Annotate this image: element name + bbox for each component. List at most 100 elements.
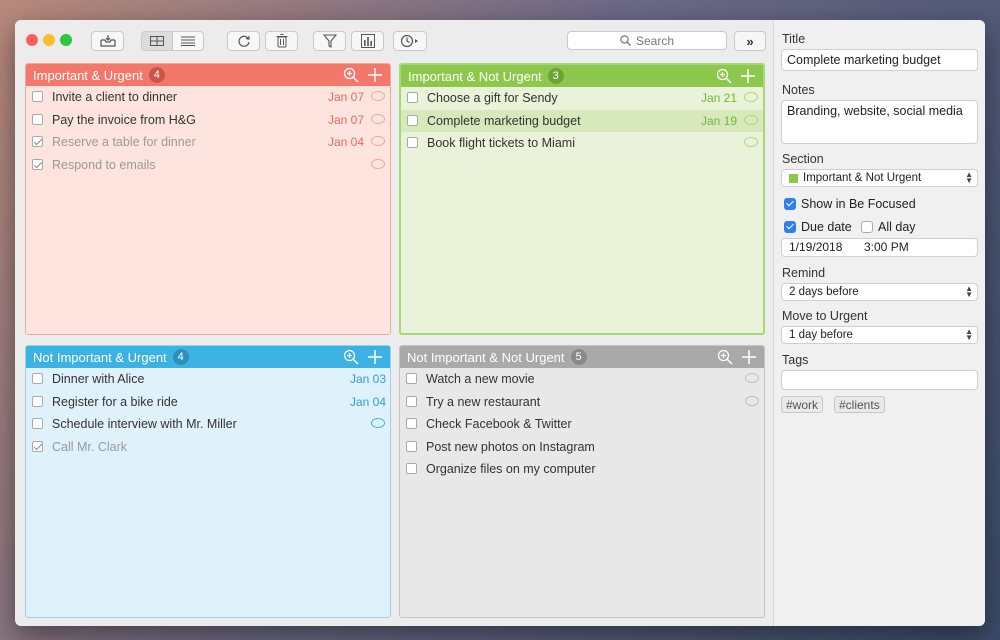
zoom-in-icon[interactable] <box>343 349 359 365</box>
notes-bubble-icon[interactable] <box>371 418 385 428</box>
notes-bubble-icon[interactable] <box>744 114 758 125</box>
task-title: Register for a bike ride <box>52 394 178 409</box>
task-row[interactable]: Book flight tickets to Miami <box>401 132 763 155</box>
add-task-icon[interactable] <box>367 67 383 83</box>
task-checkbox[interactable] <box>32 440 43 452</box>
tags-input[interactable] <box>781 370 978 390</box>
filter-button[interactable] <box>313 31 346 51</box>
task-title: Pay the invoice from H&G <box>52 112 196 127</box>
zoom-in-icon[interactable] <box>343 67 359 83</box>
notes-field[interactable]: Branding, website, social media <box>781 100 978 144</box>
refresh-button[interactable] <box>227 31 260 51</box>
grid-view-button[interactable] <box>141 31 173 51</box>
notes-bubble-icon[interactable] <box>745 373 759 383</box>
remind-select[interactable]: 2 days before ▲ ▼ <box>781 283 978 301</box>
task-row[interactable]: Dinner with Alice Jan 03 <box>26 368 390 391</box>
task-checkbox[interactable] <box>406 418 417 429</box>
delete-button[interactable] <box>265 31 298 51</box>
section-value: Important & Not Urgent <box>803 172 922 184</box>
notes-bubble-icon[interactable] <box>371 158 385 169</box>
add-task-icon[interactable] <box>740 68 756 84</box>
notes-bubble-icon[interactable] <box>371 136 385 146</box>
task-checkbox[interactable] <box>32 136 43 147</box>
zoom-in-icon[interactable] <box>717 349 733 365</box>
search-field[interactable]: Search <box>567 31 727 50</box>
chevron-updown-icon: ▲ ▼ <box>965 170 973 185</box>
quadrant-header: Important & Not Urgent 3 <box>401 65 763 87</box>
task-row[interactable]: Register for a bike ride Jan 04 <box>26 391 390 414</box>
task-checkbox[interactable] <box>407 114 418 126</box>
task-checkbox[interactable] <box>406 440 417 452</box>
due-date-checkbox[interactable] <box>784 221 796 233</box>
task-row[interactable]: Watch a new movie <box>400 368 764 391</box>
inbox-icon <box>99 35 116 47</box>
task-row[interactable]: Schedule interview with Mr. Miller <box>26 413 390 436</box>
task-title: Choose a gift for Sendy <box>427 91 558 106</box>
task-checkbox[interactable] <box>32 113 43 125</box>
list-view-button[interactable] <box>172 31 204 51</box>
due-date-label: Due date <box>801 220 852 234</box>
task-checkbox[interactable] <box>407 137 418 148</box>
task-due-date: Jan 04 <box>349 394 386 409</box>
refresh-icon <box>238 35 250 47</box>
show-focused-label: Show in Be Focused <box>801 197 916 211</box>
task-row[interactable]: Choose a gift for Sendy Jan 21 <box>401 87 763 110</box>
inbox-button[interactable] <box>91 31 124 51</box>
move-to-urgent-value: 1 day before <box>789 329 853 341</box>
task-row[interactable]: Reserve a table for dinner Jan 04 <box>26 131 390 154</box>
show-focused-checkbox[interactable] <box>784 198 796 210</box>
task-checkbox[interactable] <box>32 418 43 429</box>
due-datetime-field[interactable]: 1/19/2018 3:00 PM <box>781 238 978 257</box>
task-title: Complete marketing budget <box>427 113 581 128</box>
task-due-date: Jan 19 <box>700 113 737 128</box>
task-checkbox[interactable] <box>32 373 43 384</box>
task-row[interactable]: Pay the invoice from H&G Jan 07 <box>26 109 390 132</box>
task-row[interactable]: Check Facebook & Twitter <box>400 413 764 436</box>
task-checkbox[interactable] <box>406 395 417 407</box>
focus-timer-button[interactable] <box>393 31 427 51</box>
time-value[interactable]: 3:00 PM <box>864 240 909 254</box>
notes-bubble-icon[interactable] <box>371 113 385 124</box>
task-row[interactable]: Try a new restaurant <box>400 391 764 414</box>
task-row[interactable]: Call Mr. Clark <box>26 436 390 459</box>
notes-bubble-icon[interactable] <box>744 92 758 102</box>
notes-bubble-icon[interactable] <box>371 91 385 101</box>
task-row[interactable]: Post new photos on Instagram <box>400 436 764 459</box>
zoom-in-icon[interactable] <box>716 68 732 84</box>
tag-chip[interactable]: #work <box>781 396 824 413</box>
timer-icon <box>400 34 418 48</box>
tag-chip[interactable]: #clients <box>834 396 885 413</box>
move-to-urgent-select[interactable]: 1 day before ▲ ▼ <box>781 326 978 344</box>
task-checkbox[interactable] <box>32 158 43 170</box>
toggle-sidebar-button[interactable]: » <box>734 31 766 51</box>
task-count-badge: 4 <box>148 67 165 83</box>
minimize-window-button[interactable] <box>43 34 55 46</box>
task-checkbox[interactable] <box>32 395 43 407</box>
task-checkbox[interactable] <box>32 91 43 102</box>
chevron-updown-icon: ▲ ▼ <box>965 327 973 342</box>
notes-bubble-icon[interactable] <box>744 137 758 147</box>
add-task-icon[interactable] <box>367 349 383 365</box>
task-row-selected[interactable]: Complete marketing budget Jan 19 <box>401 109 763 132</box>
all-day-checkbox[interactable] <box>861 221 873 233</box>
task-row[interactable]: Invite a client to dinner Jan 07 <box>26 86 390 109</box>
task-checkbox[interactable] <box>406 373 417 384</box>
task-title: Reserve a table for dinner <box>52 135 196 150</box>
task-title: Schedule interview with Mr. Miller <box>52 417 237 432</box>
title-field[interactable]: Complete marketing budget <box>781 49 978 71</box>
task-title: Organize files on my computer <box>426 462 596 477</box>
notes-bubble-icon[interactable] <box>745 395 759 406</box>
section-select[interactable]: Important & Not Urgent ▲ ▼ <box>781 169 978 187</box>
add-task-icon[interactable] <box>741 349 757 365</box>
task-row[interactable]: Organize files on my computer <box>400 458 764 481</box>
statistics-button[interactable] <box>351 31 384 51</box>
close-window-button[interactable] <box>26 34 38 46</box>
move-to-urgent-label: Move to Urgent <box>782 309 868 323</box>
task-checkbox[interactable] <box>407 92 418 103</box>
task-checkbox[interactable] <box>406 463 417 474</box>
task-count-badge: 5 <box>570 349 587 365</box>
section-label: Section <box>782 152 824 166</box>
task-row[interactable]: Respond to emails <box>26 154 390 177</box>
zoom-window-button[interactable] <box>60 34 72 46</box>
date-value[interactable]: 1/19/2018 <box>789 240 842 254</box>
